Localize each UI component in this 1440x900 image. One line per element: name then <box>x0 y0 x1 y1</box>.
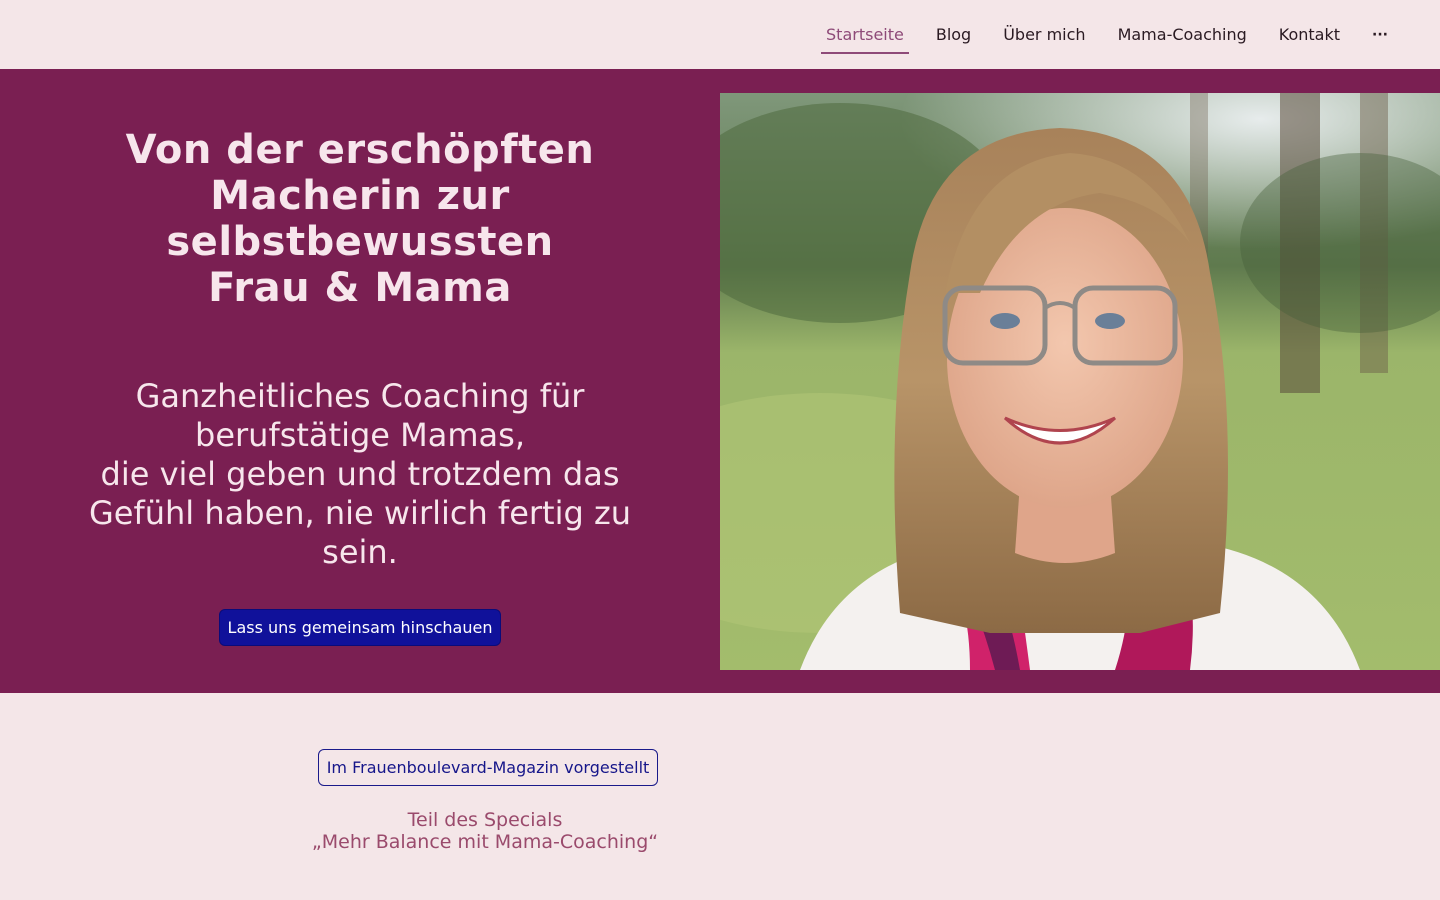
main-nav: Startseite Blog Über mich Mama-Coaching … <box>810 0 1404 69</box>
nav-item-label: Über mich <box>1003 25 1086 44</box>
more-icon: ··· <box>1372 26 1388 43</box>
nav-item-label: Startseite <box>826 25 904 44</box>
more-menu-button[interactable]: ··· <box>1356 0 1404 69</box>
hero-title: Von der erschöpften Macherin zur selbstb… <box>125 127 595 311</box>
nav-item-label: Kontakt <box>1278 25 1341 44</box>
portrait-photo <box>720 93 1440 670</box>
hero-subtitle: Ganzheitliches Coaching für berufstätige… <box>88 377 632 571</box>
portrait-illustration <box>720 93 1440 670</box>
nav-item-startseite[interactable]: Startseite <box>810 0 920 69</box>
nav-item-label: Blog <box>935 25 972 44</box>
top-navigation-bar: Startseite Blog Über mich Mama-Coaching … <box>0 0 1440 69</box>
nav-item-ueber-mich[interactable]: Über mich <box>987 0 1101 69</box>
cta-button[interactable]: Lass uns gemeinsam hinschauen <box>219 609 501 646</box>
press-section: Im Frauenboulevard-Magazin vorgestellt T… <box>0 693 1440 900</box>
hero-text-block: Von der erschöpften Macherin zur selbstb… <box>60 69 660 693</box>
nav-item-blog[interactable]: Blog <box>920 0 987 69</box>
special-note: Teil des Specials „Mehr Balance mit Mama… <box>311 809 659 853</box>
magazine-feature-button[interactable]: Im Frauenboulevard-Magazin vorgestellt <box>318 749 658 786</box>
nav-item-mama-coaching[interactable]: Mama-Coaching <box>1102 0 1263 69</box>
hero-section: Von der erschöpften Macherin zur selbstb… <box>0 69 1440 693</box>
nav-item-kontakt[interactable]: Kontakt <box>1263 0 1356 69</box>
nav-item-label: Mama-Coaching <box>1117 25 1247 44</box>
